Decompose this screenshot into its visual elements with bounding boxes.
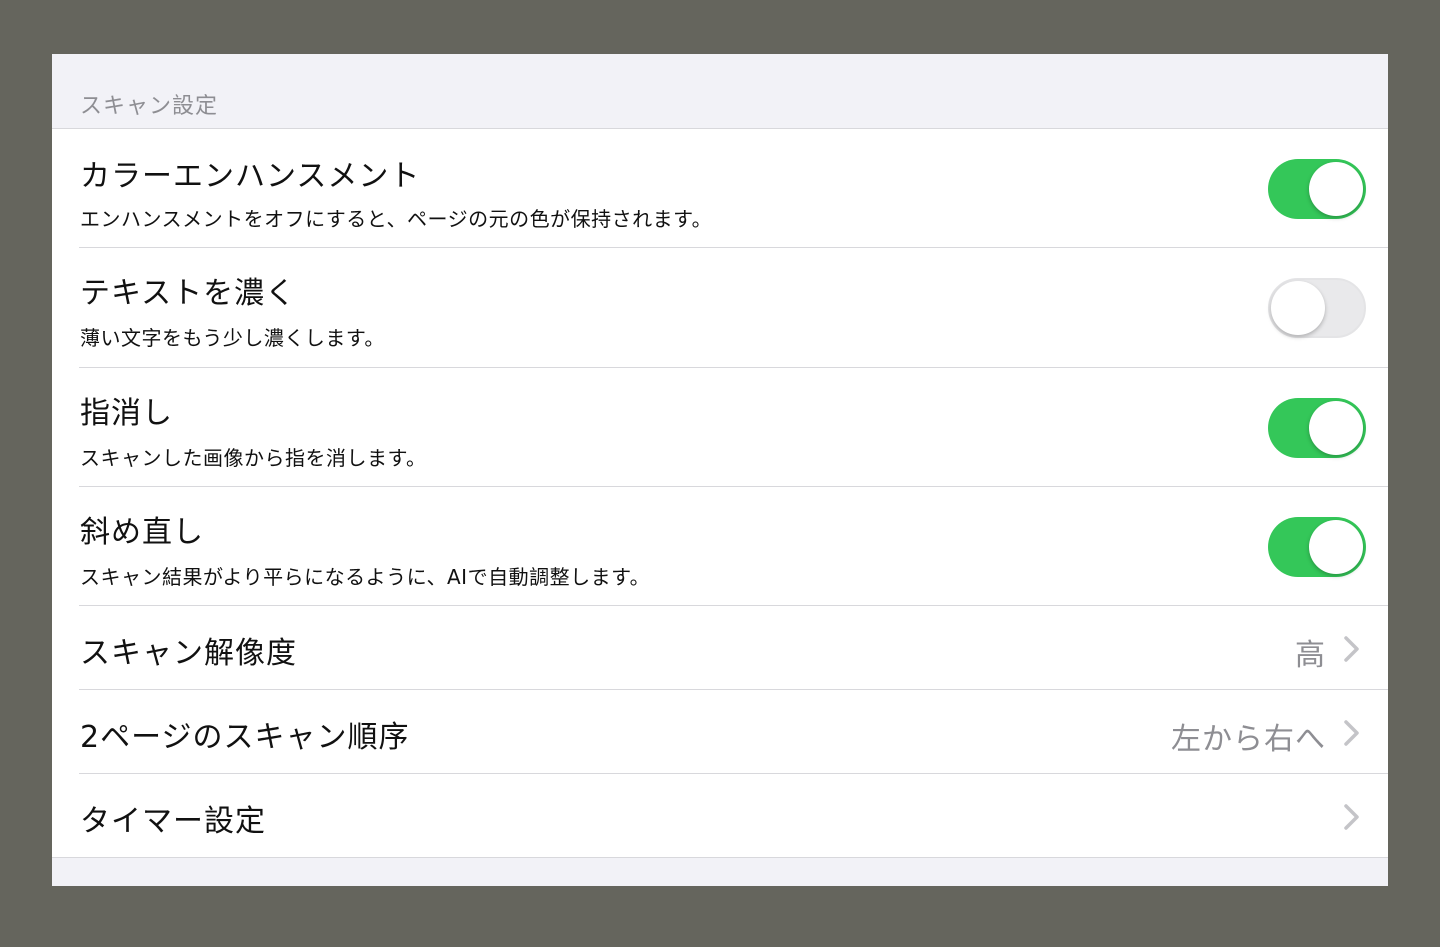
settings-list: カラーエンハンスメント エンハンスメントをオフにすると、ページの元の色が保持され… <box>52 129 1388 858</box>
row-subtitle: 薄い文字をもう少し濃くします。 <box>80 326 385 350</box>
two-page-order-value: 左から右へ <box>1171 722 1326 757</box>
row-title: タイマー設定 <box>80 804 266 839</box>
row-two-page-order[interactable]: 2ページのスキャン順序 左から右へ <box>52 690 1388 774</box>
row-title: 斜め直し <box>80 515 204 550</box>
row-subtitle: スキャンした画像から指を消します。 <box>80 446 427 470</box>
row-subtitle: スキャン結果がより平らになるように、AIで自動調整します。 <box>80 565 651 589</box>
row-title: スキャン解像度 <box>80 636 297 671</box>
chevron-right-icon <box>1344 804 1359 830</box>
resolution-value: 高 <box>1295 638 1326 673</box>
row-title: 指消し <box>80 396 173 431</box>
section-header-label: スキャン設定 <box>80 94 219 119</box>
row-subtitle: エンハンスメントをオフにすると、ページの元の色が保持されます。 <box>80 207 713 231</box>
row-scan-resolution[interactable]: スキャン解像度 高 <box>52 606 1388 690</box>
toggle-knob <box>1309 162 1363 216</box>
darken-text-toggle[interactable] <box>1268 278 1366 338</box>
toggle-knob <box>1309 401 1363 455</box>
row-title: 2ページのスキャン順序 <box>80 720 410 755</box>
toggle-knob <box>1309 520 1363 574</box>
settings-panel: スキャン設定 カラーエンハンスメント エンハンスメントをオフにすると、ページの元… <box>52 54 1388 886</box>
row-title: カラーエンハンスメント <box>80 159 421 194</box>
row-title: テキストを濃く <box>80 276 297 311</box>
row-darken-text: テキストを濃く 薄い文字をもう少し濃くします。 <box>52 248 1388 368</box>
toggle-knob <box>1271 281 1325 335</box>
row-timer-settings[interactable]: タイマー設定 <box>52 774 1388 857</box>
finger-removal-toggle[interactable] <box>1268 398 1366 458</box>
row-deskew: 斜め直し スキャン結果がより平らになるように、AIで自動調整します。 <box>52 487 1388 606</box>
row-color-enhancement: カラーエンハンスメント エンハンスメントをオフにすると、ページの元の色が保持され… <box>52 129 1388 248</box>
row-finger-removal: 指消し スキャンした画像から指を消します。 <box>52 368 1388 487</box>
section-footer <box>52 858 1388 886</box>
chevron-right-icon <box>1344 636 1359 662</box>
color-enhancement-toggle[interactable] <box>1268 159 1366 219</box>
chevron-right-icon <box>1344 720 1359 746</box>
deskew-toggle[interactable] <box>1268 517 1366 577</box>
section-header: スキャン設定 <box>52 54 1388 129</box>
